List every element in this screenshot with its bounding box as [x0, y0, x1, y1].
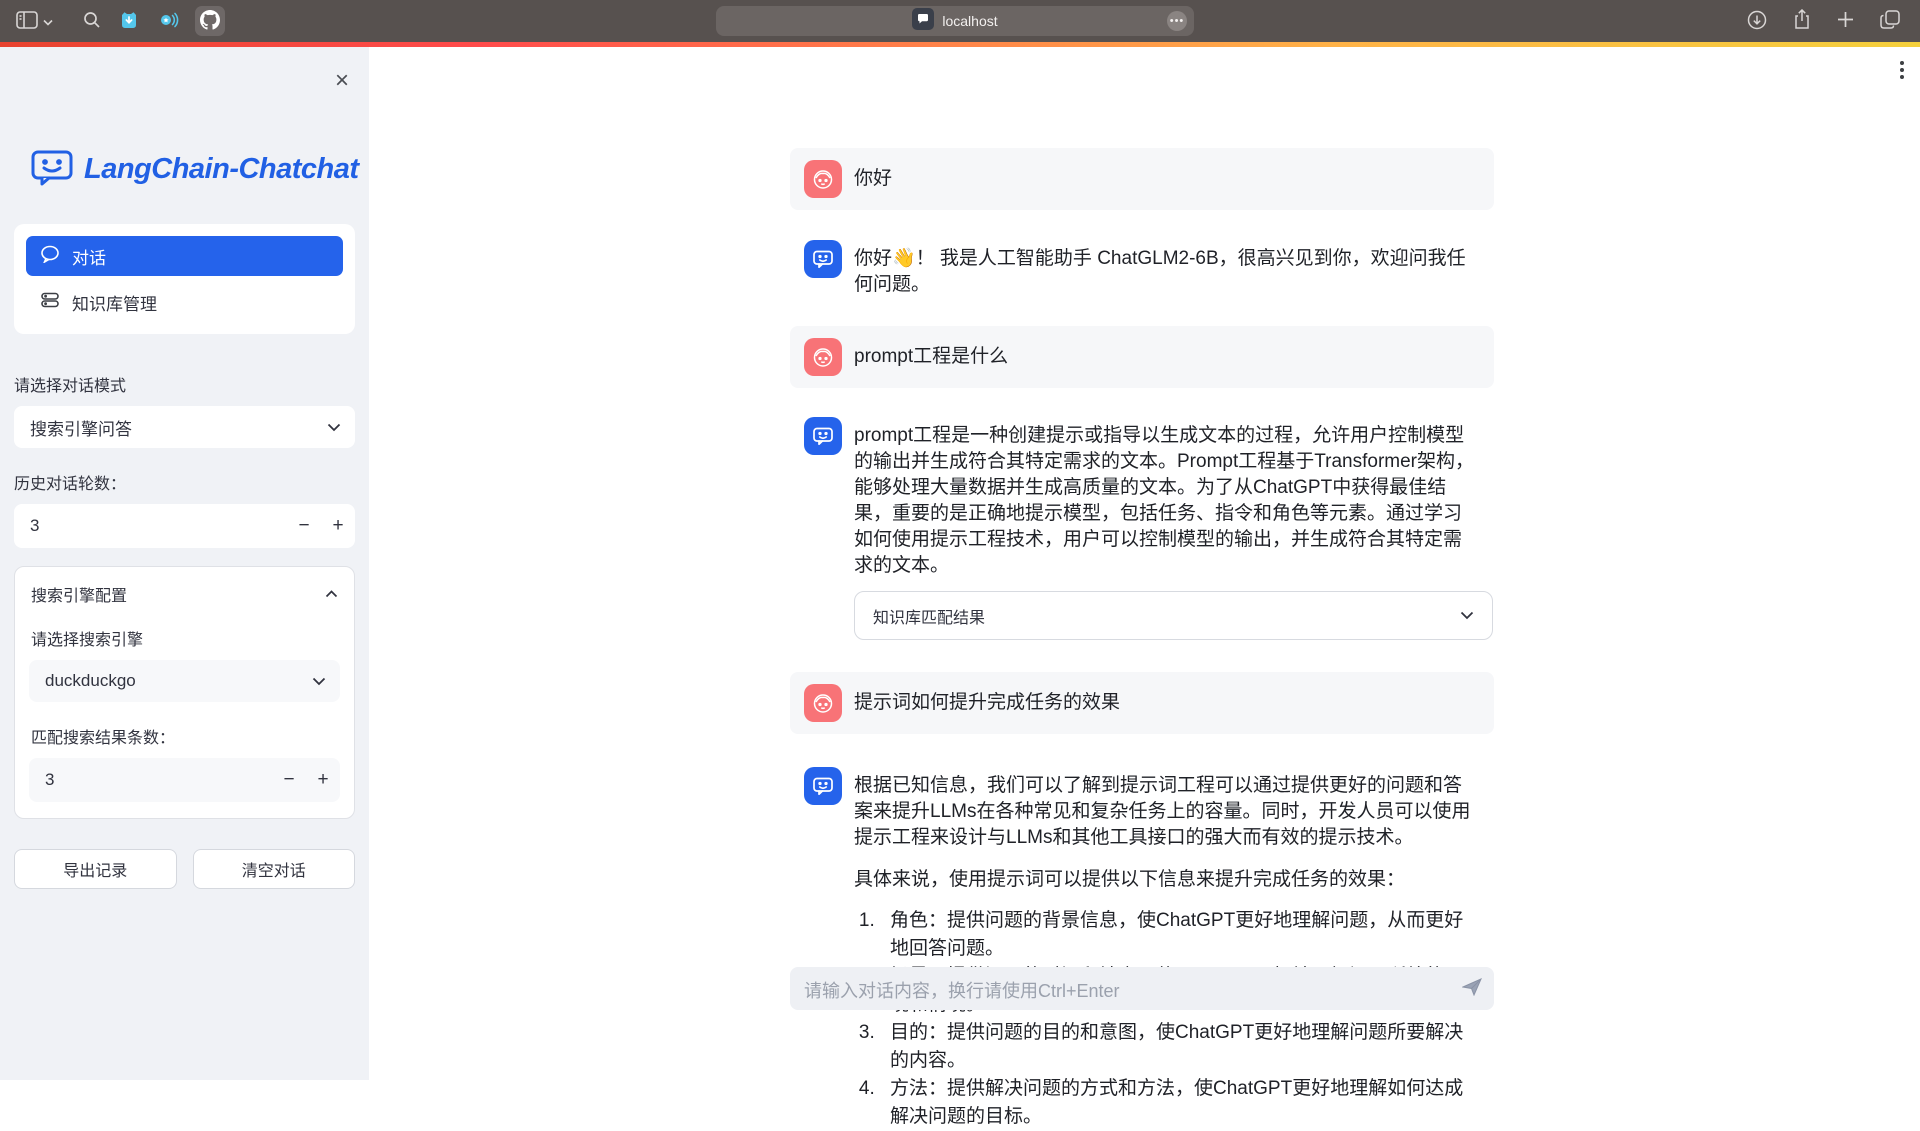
list-item: 目的：提供问题的目的和意图，使ChatGPT更好地理解问题所要解决的内容。 [880, 1019, 1480, 1075]
tab-overview-button[interactable] [1878, 8, 1902, 34]
dialog-mode-select[interactable]: 搜索引擎问答 [14, 406, 355, 448]
chat-message-assistant: 根据已知信息，我们可以了解到提示词工程可以通过提供更好的问题和答案来提升LLMs… [790, 767, 1494, 1131]
history-rounds-increment-button[interactable]: + [321, 504, 355, 548]
share-button[interactable] [1791, 7, 1813, 35]
match-results-value: 3 [29, 770, 272, 790]
search-engine-config-title: 搜索引擎配置 [31, 582, 127, 606]
kb-match-results-expander[interactable]: 知识库匹配结果 [854, 591, 1493, 640]
github-extension-icon [200, 10, 220, 33]
sidebar: × LangChain-Chatchat 对话 [0, 47, 369, 1080]
nav-item-knowledge-base[interactable]: 知识库管理 [26, 282, 343, 322]
url-bar[interactable]: localhost ••• [716, 6, 1194, 36]
dialog-mode-value: 搜索引擎问答 [30, 415, 132, 440]
app-logo-icon [30, 147, 74, 192]
chevron-down-icon [1460, 607, 1474, 625]
user-avatar-icon [804, 160, 842, 198]
match-results-input[interactable]: 3 − + [29, 758, 340, 802]
close-icon: × [335, 67, 349, 94]
share-icon [1793, 9, 1811, 33]
chat-message-user: 你好 [790, 148, 1494, 210]
chevron-down-icon [312, 671, 326, 691]
chevron-down-icon [327, 417, 341, 437]
tabs-icon [1880, 10, 1900, 32]
nav-item-label: 对话 [72, 244, 106, 269]
database-icon [40, 291, 60, 314]
radar-extension-icon [157, 10, 179, 33]
sidebar-toggle-icon [16, 11, 38, 32]
history-rounds-decrement-button[interactable]: − [287, 504, 321, 548]
assistant-avatar-icon [804, 767, 842, 805]
app-logo: LangChain-Chatchat [14, 147, 355, 192]
search-engine-value: duckduckgo [45, 671, 136, 691]
kb-match-results-label: 知识库匹配结果 [873, 604, 985, 628]
chat-column: 你好 你好👋！ 我是人工智能助手 ChatGLM2-6B，很高兴见到你，欢迎问我… [790, 47, 1494, 1080]
chat-message-assistant: prompt工程是一种创建提示或指导以生成文本的过程，允许用户控制模型的输出并生… [790, 417, 1494, 579]
message-text: 提示词如何提升完成任务的效果 [854, 690, 1120, 716]
download-icon [1747, 10, 1767, 33]
app-logo-text: LangChain-Chatchat [84, 153, 359, 186]
extension-radar-button[interactable] [155, 8, 181, 35]
user-avatar-icon [804, 338, 842, 376]
assistant-avatar-icon [804, 417, 842, 455]
search-engine-label: 请选择搜索引擎 [29, 626, 340, 650]
site-favicon [912, 8, 934, 35]
search-icon [83, 11, 101, 32]
message-text: prompt工程是什么 [854, 344, 1008, 370]
match-results-increment-button[interactable]: + [306, 758, 340, 802]
search-engine-select[interactable]: duckduckgo [29, 660, 340, 702]
message-text: 你好👋！ 我是人工智能助手 ChatGLM2-6B，很高兴见到你，欢迎问我任何问… [854, 240, 1480, 298]
streamlit-menu-button[interactable] [1900, 61, 1904, 79]
message-text: 你好 [854, 166, 892, 192]
message-numbered-list: 角色：提供问题的背景信息，使ChatGPT更好地理解问题，从而更好地回答问题。 … [858, 907, 1480, 1131]
clear-dialogue-button[interactable]: 清空对话 [193, 849, 356, 889]
sidebar-toggle-button[interactable] [14, 9, 55, 34]
message-paragraph: 具体来说，使用提示词可以提供以下信息来提升完成任务的效果： [854, 867, 1480, 893]
chevron-up-icon [325, 585, 338, 603]
match-results-decrement-button[interactable]: − [272, 758, 306, 802]
message-paragraph: 根据已知信息，我们可以了解到提示词工程可以通过提供更好的问题和答案来提升LLMs… [854, 773, 1480, 851]
url-text: localhost [942, 13, 997, 29]
list-item: 角色：提供问题的背景信息，使ChatGPT更好地理解问题，从而更好地回答问题。 [880, 907, 1480, 963]
bookmark-extension-icon [119, 10, 139, 33]
chat-message-user: 提示词如何提升完成任务的效果 [790, 672, 1494, 734]
send-icon [1462, 984, 1482, 999]
kebab-menu-icon [1900, 61, 1904, 79]
export-history-button[interactable]: 导出记录 [14, 849, 177, 889]
nav-menu: 对话 知识库管理 [14, 224, 355, 334]
extension-github-button[interactable] [195, 6, 225, 36]
assistant-avatar-icon [804, 240, 842, 278]
search-engine-config-expander: 搜索引擎配置 请选择搜索引擎 duckduckgo 匹配搜索结果条数： 3 − … [14, 566, 355, 819]
message-body: 根据已知信息，我们可以了解到提示词工程可以通过提供更好的问题和答案来提升LLMs… [854, 767, 1480, 1131]
sidebar-close-button[interactable]: × [335, 69, 349, 93]
browser-toolbar: localhost ••• [0, 0, 1920, 42]
chat-input-bar [790, 967, 1494, 1010]
main-area: 你好 你好👋！ 我是人工智能助手 ChatGLM2-6B，很高兴见到你，欢迎问我… [369, 47, 1920, 1080]
search-engine-config-header[interactable]: 搜索引擎配置 [29, 582, 340, 606]
chat-icon [40, 245, 60, 268]
nav-item-label: 知识库管理 [72, 290, 157, 315]
nav-item-dialogue[interactable]: 对话 [26, 236, 343, 276]
chat-message-user: prompt工程是什么 [790, 326, 1494, 388]
list-item: 方法：提供解决问题的方式和方法，使ChatGPT更好地理解如何达成解决问题的目标… [880, 1075, 1480, 1131]
user-avatar-icon [804, 684, 842, 722]
match-results-label: 匹配搜索结果条数： [29, 724, 340, 748]
plus-icon [1837, 11, 1854, 31]
chat-input[interactable] [790, 967, 1420, 1010]
message-text: prompt工程是一种创建提示或指导以生成文本的过程，允许用户控制模型的输出并生… [854, 417, 1480, 579]
history-rounds-label: 历史对话轮数： [14, 470, 355, 494]
downloads-button[interactable] [1745, 8, 1769, 35]
page-settings-button[interactable]: ••• [1167, 11, 1187, 31]
chat-message-assistant: 你好👋！ 我是人工智能助手 ChatGLM2-6B，很高兴见到你，欢迎问我任何问… [790, 240, 1494, 298]
search-button[interactable] [81, 9, 103, 34]
history-rounds-value: 3 [14, 516, 287, 536]
extension-bookmark-button[interactable] [117, 8, 141, 35]
dialog-mode-label: 请选择对话模式 [14, 372, 355, 396]
send-button[interactable] [1462, 978, 1482, 999]
history-rounds-input[interactable]: 3 − + [14, 504, 355, 548]
chevron-down-icon [43, 14, 53, 29]
new-tab-button[interactable] [1835, 9, 1856, 33]
